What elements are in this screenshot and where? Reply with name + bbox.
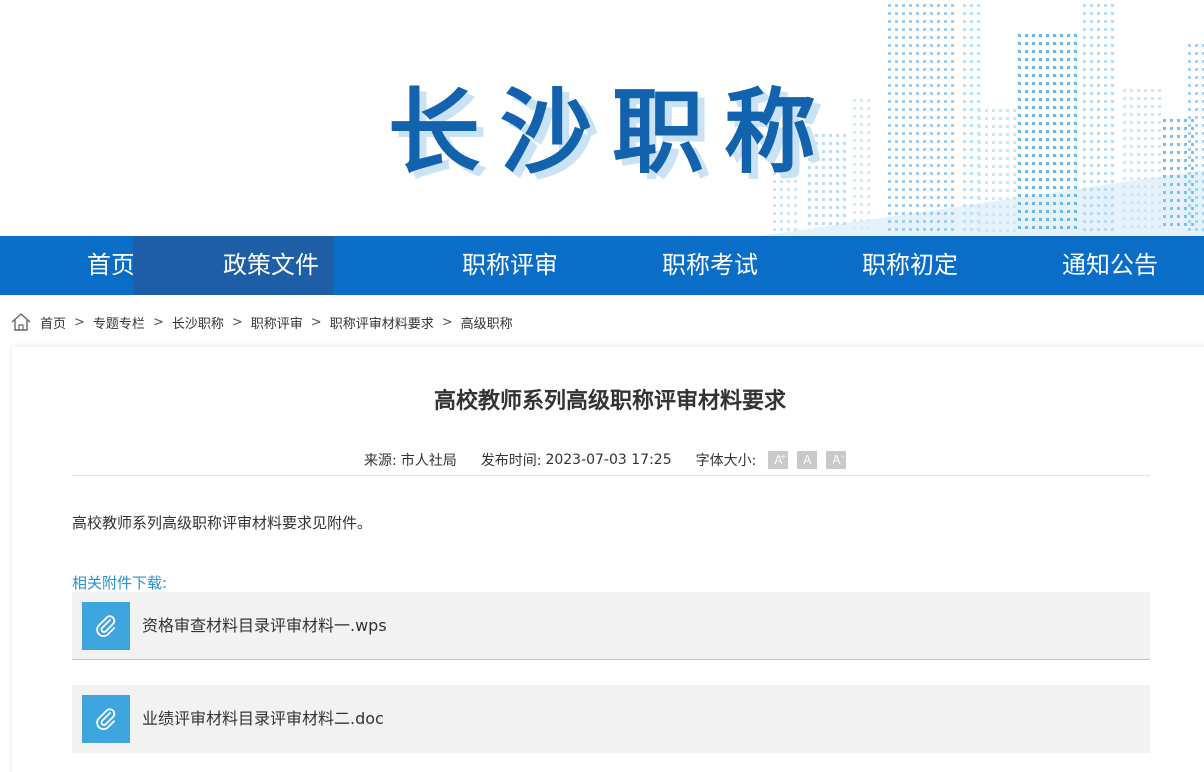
main-nav: 首页 政策文件 职称评审 职称考试 职称初定 通知公告 bbox=[0, 236, 1204, 295]
nav-item-review[interactable]: 职称评审 bbox=[440, 236, 580, 295]
font-decrease-button[interactable]: A- bbox=[826, 451, 847, 469]
attachments-label: 相关附件下载: bbox=[72, 574, 168, 592]
breadcrumb-separator: > bbox=[152, 314, 164, 330]
nav-item-policy[interactable]: 政策文件 bbox=[133, 236, 333, 295]
source-value: 市人社局 bbox=[400, 453, 457, 469]
date-value: 2023-07-03 17:25 bbox=[545, 452, 672, 468]
breadcrumb-separator: > bbox=[310, 314, 322, 330]
source-label: 来源: bbox=[364, 453, 397, 469]
breadcrumb-separator: > bbox=[74, 314, 85, 330]
meta-divider bbox=[72, 475, 1150, 476]
article-title: 高校教师系列高级职称评审材料要求 bbox=[433, 389, 786, 414]
article-card: 高校教师系列高级职称评审材料要求 来源: 市人社局 发布时间: 2023-07-… bbox=[12, 347, 1204, 772]
breadcrumb-review[interactable]: 职称评审 bbox=[251, 313, 303, 332]
nav-item-policy-label: 政策文件 bbox=[223, 251, 319, 279]
breadcrumb: 首页 > 专题专栏 > 长沙职称 > 职称评审 > 职称评审材料要求 > 高级职… bbox=[10, 310, 513, 334]
article-meta: 来源: 市人社局 发布时间: 2023-07-03 17:25 字体大小: A +… bbox=[364, 450, 847, 470]
font-reset-letter: A bbox=[803, 453, 812, 467]
font-decrease-mark: - bbox=[841, 452, 845, 461]
paperclip-icon bbox=[82, 695, 130, 743]
paperclip-icon bbox=[82, 602, 130, 650]
nav-item-notice[interactable]: 通知公告 bbox=[1040, 236, 1180, 295]
attachment-link[interactable]: 业绩评审材料目录评审材料二.doc bbox=[142, 685, 384, 753]
site-title: 长沙职称 bbox=[388, 79, 837, 186]
font-reset-button[interactable]: A bbox=[797, 451, 818, 469]
font-increase-mark: + bbox=[779, 452, 787, 461]
attachment-link[interactable]: 资格审查材料目录评审材料一.wps bbox=[142, 592, 387, 660]
font-decrease-letter: A bbox=[832, 453, 841, 467]
font-increase-button[interactable]: A + bbox=[768, 451, 789, 469]
breadcrumb-special-topics[interactable]: 专题专栏 bbox=[93, 313, 145, 332]
breadcrumb-home[interactable]: 首页 bbox=[40, 313, 66, 332]
site-banner: 长沙职称 bbox=[0, 0, 1204, 236]
nav-item-initial[interactable]: 职称初定 bbox=[840, 236, 980, 295]
font-size-label: 字体大小: bbox=[695, 453, 757, 469]
date-label: 发布时间: bbox=[480, 453, 542, 469]
breadcrumb-senior[interactable]: 高级职称 bbox=[461, 313, 513, 332]
breadcrumb-materials[interactable]: 职称评审材料要求 bbox=[330, 313, 434, 332]
article-body: 高校教师系列高级职称评审材料要求见附件。 bbox=[72, 514, 373, 532]
nav-item-exam[interactable]: 职称考试 bbox=[640, 236, 780, 295]
breadcrumb-separator: > bbox=[441, 314, 453, 330]
attachment-item[interactable]: 资格审查材料目录评审材料一.wps bbox=[72, 592, 1150, 660]
breadcrumb-changsha-title[interactable]: 长沙职称 bbox=[172, 313, 224, 332]
attachment-item[interactable]: 业绩评审材料目录评审材料二.doc bbox=[72, 685, 1150, 753]
home-icon bbox=[11, 313, 31, 331]
breadcrumb-separator: > bbox=[231, 314, 243, 330]
